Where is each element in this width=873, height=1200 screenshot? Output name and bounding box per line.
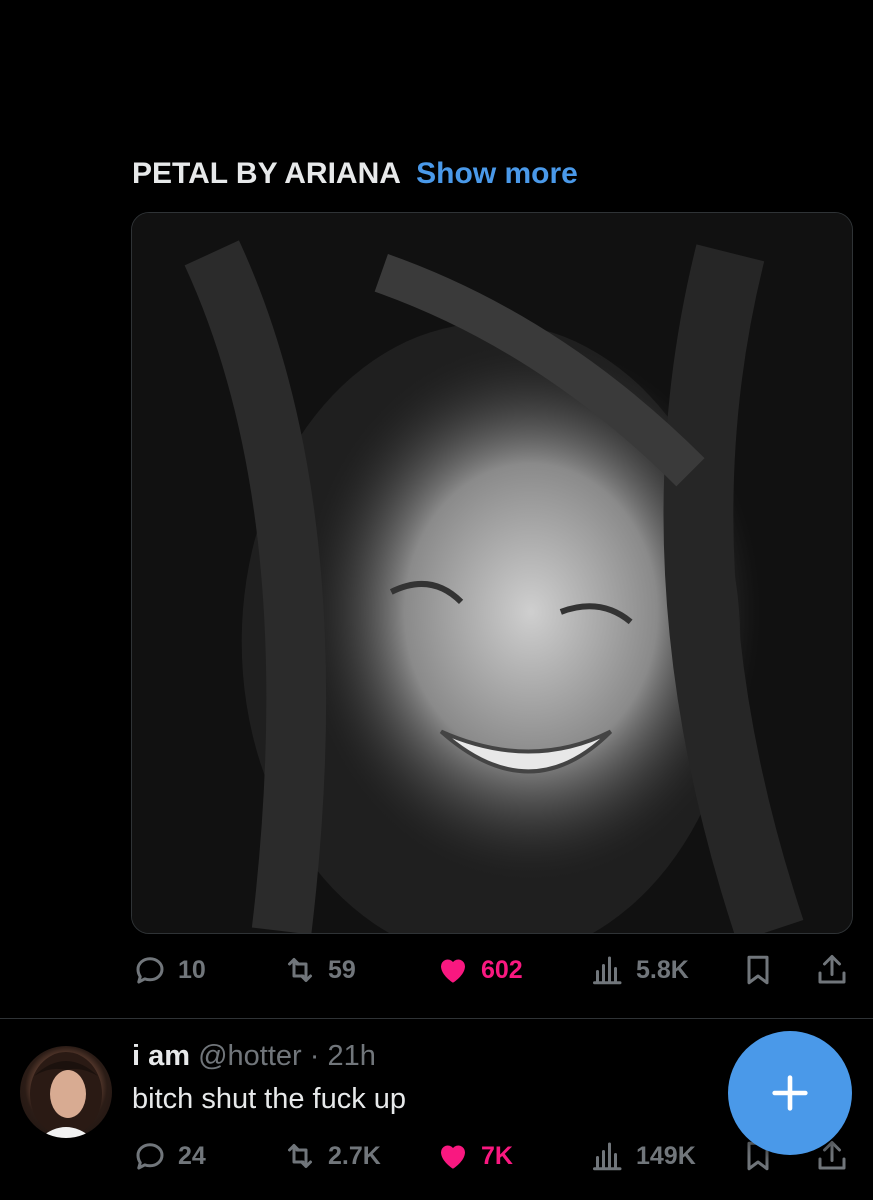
divider xyxy=(0,1018,873,1019)
share-button[interactable] xyxy=(814,948,850,992)
view-count: 149K xyxy=(636,1141,696,1170)
repost-button[interactable]: 2.7K xyxy=(282,1134,381,1178)
repost-button[interactable]: 59 xyxy=(282,948,356,992)
plus-icon xyxy=(772,1075,808,1111)
speech-bubble-icon xyxy=(136,1143,164,1170)
reply-display-name[interactable]: i am xyxy=(132,1040,190,1072)
reply-button[interactable]: 10 xyxy=(132,948,206,992)
view-count: 5.8K xyxy=(636,955,689,984)
reply-handle[interactable]: @hotter xyxy=(198,1040,302,1072)
repost-arrows-icon xyxy=(288,958,312,982)
reply-count: 24 xyxy=(178,1141,206,1170)
bar-chart-icon xyxy=(593,1142,622,1171)
like-count: 602 xyxy=(481,955,523,984)
avatar[interactable] xyxy=(20,1046,112,1138)
reply-header: i am @hotter · 21h xyxy=(132,1040,376,1073)
views-button[interactable]: 149K xyxy=(590,1134,696,1178)
compose-button[interactable] xyxy=(728,1031,852,1155)
repost-count: 2.7K xyxy=(328,1141,381,1170)
post-image[interactable] xyxy=(131,212,853,934)
repost-arrows-icon xyxy=(288,1144,312,1168)
post-text: PETAL BY ARIANA Show more xyxy=(132,157,578,191)
reply-count: 10 xyxy=(178,955,206,984)
show-more-link[interactable]: Show more xyxy=(416,157,578,190)
reply-button[interactable]: 24 xyxy=(132,1134,206,1178)
speech-bubble-icon xyxy=(136,957,164,984)
views-button[interactable]: 5.8K xyxy=(590,948,689,992)
heart-icon xyxy=(441,959,465,983)
like-button[interactable]: 7K xyxy=(435,1134,513,1178)
reply-body: bitch shut the fuck up xyxy=(132,1083,407,1115)
bookmark-icon xyxy=(747,955,769,985)
like-button[interactable]: 602 xyxy=(435,948,523,992)
avatar-photo xyxy=(30,1052,102,1138)
repost-count: 59 xyxy=(328,955,356,984)
bookmark-button[interactable] xyxy=(740,948,776,992)
share-upload-icon xyxy=(818,955,846,984)
post-body: PETAL BY ARIANA xyxy=(132,157,400,190)
photo-portrait xyxy=(132,213,852,933)
meta-separator: · xyxy=(301,1040,328,1072)
like-count: 7K xyxy=(481,1141,513,1170)
heart-icon xyxy=(441,1145,465,1169)
bar-chart-icon xyxy=(593,956,622,985)
reply-timestamp[interactable]: 21h xyxy=(327,1040,375,1072)
